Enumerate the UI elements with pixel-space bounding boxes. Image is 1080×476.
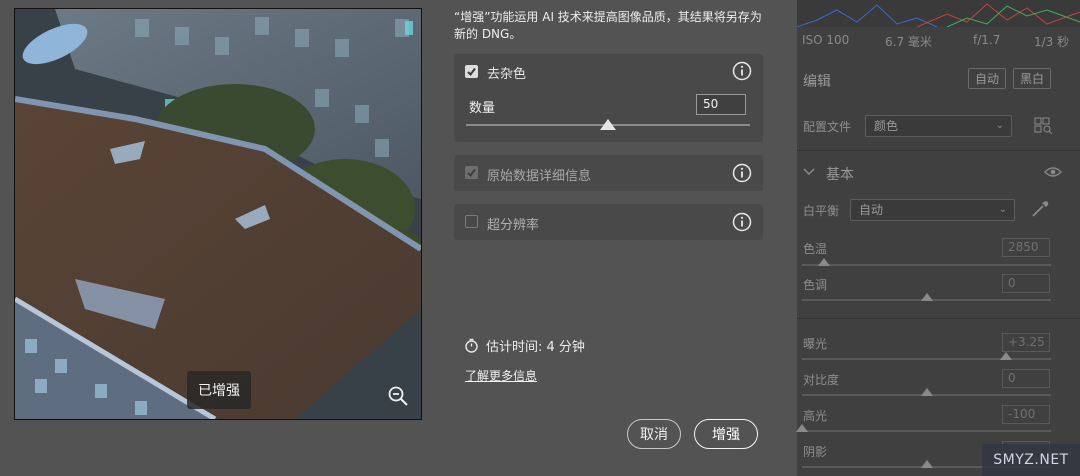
enhanced-badge: 已增强	[187, 371, 251, 409]
basic-section-title: 基本	[826, 167, 854, 183]
info-icon[interactable]	[732, 212, 752, 232]
enhance-description: “增强”功能运用 AI 技术来提高图像品质，其结果将另存为新的 DNG。	[454, 10, 762, 41]
exposure-slider-track[interactable]	[802, 358, 1051, 360]
divider	[797, 318, 1080, 319]
black-white-button[interactable]: 黑白	[1013, 68, 1051, 89]
watermark: SMYZ.NET	[982, 444, 1080, 476]
highlights-slider-track[interactable]	[802, 430, 1051, 432]
shadows-slider-thumb[interactable]	[920, 460, 933, 468]
tint-slider-thumb[interactable]	[920, 293, 933, 301]
white-balance-label: 白平衡	[803, 204, 840, 218]
temperature-value-input[interactable]: 2850	[1002, 238, 1050, 257]
eye-icon[interactable]	[1044, 166, 1062, 178]
eyedropper-icon[interactable]	[1030, 199, 1050, 219]
checkmark-icon	[467, 168, 476, 178]
amount-label: 数量	[469, 101, 496, 116]
super-resolution-label: 超分辨率	[487, 218, 540, 233]
exposure-slider-thumb[interactable]	[1000, 352, 1013, 360]
checkmark-icon	[467, 67, 476, 77]
cancel-button[interactable]: 取消	[627, 419, 681, 449]
raw-details-label: 原始数据详细信息	[487, 169, 592, 184]
chevron-down-icon[interactable]	[803, 167, 815, 177]
histogram	[797, 0, 1080, 28]
profile-value: 颜色	[874, 119, 899, 133]
raw-details-card: 原始数据详细信息	[454, 155, 763, 191]
zoom-out-icon[interactable]	[387, 385, 409, 407]
estimated-time-text: 估计时间: 4 分钟	[486, 340, 585, 355]
chevron-down-icon: ⌄	[998, 204, 1007, 215]
highlights-label: 高光	[803, 409, 828, 423]
auto-button[interactable]: 自动	[968, 68, 1006, 89]
temperature-slider-thumb[interactable]	[818, 258, 831, 266]
enhance-button[interactable]: 增强	[694, 419, 758, 449]
white-balance-value: 自动	[859, 203, 884, 217]
exif-iso: ISO 100	[802, 33, 850, 47]
contrast-slider-thumb[interactable]	[920, 388, 933, 396]
contrast-label: 对比度	[803, 373, 840, 387]
edit-title: 编辑	[803, 74, 831, 90]
tint-value-input[interactable]: 0	[1002, 274, 1050, 293]
shadows-label: 阴影	[803, 445, 828, 459]
white-balance-select[interactable]: 自动 ⌄	[850, 199, 1015, 221]
denoise-label: 去杂色	[487, 67, 527, 82]
divider	[797, 150, 1080, 151]
profile-select[interactable]: 颜色 ⌄	[865, 115, 1012, 137]
super-resolution-card: 超分辨率	[454, 204, 763, 240]
tint-label: 色调	[803, 278, 828, 292]
profile-browser-icon[interactable]	[1034, 117, 1054, 135]
super-resolution-checkbox[interactable]	[465, 215, 478, 228]
exif-shutter: 1/3 秒	[1034, 35, 1070, 49]
exposure-value-input[interactable]: +3.25	[1002, 333, 1050, 352]
exposure-label: 曝光	[803, 337, 828, 351]
stopwatch-icon	[465, 338, 478, 353]
exif-focal-length: 6.7 毫米	[885, 35, 932, 49]
amount-input[interactable]: 50	[696, 94, 746, 115]
contrast-value-input[interactable]: 0	[1002, 369, 1050, 388]
exif-aperture: f/1.7	[973, 33, 1001, 47]
info-icon[interactable]	[732, 61, 752, 81]
enhanced-preview: 已增强	[14, 8, 422, 420]
profile-label: 配置文件	[803, 120, 852, 134]
highlights-value-input[interactable]: -100	[1002, 405, 1050, 424]
temperature-slider-track[interactable]	[802, 264, 1051, 266]
estimated-time: 估计时间: 4 分钟	[464, 336, 585, 355]
denoise-card: 去杂色 数量 50	[454, 54, 763, 142]
amount-slider-thumb[interactable]	[600, 119, 616, 130]
raw-details-checkbox	[465, 166, 478, 179]
info-icon[interactable]	[732, 163, 752, 183]
highlights-slider-thumb[interactable]	[796, 424, 808, 432]
preview-image	[15, 9, 421, 419]
temperature-label: 色温	[803, 242, 828, 256]
denoise-checkbox[interactable]	[465, 65, 478, 78]
learn-more-link[interactable]: 了解更多信息	[465, 367, 537, 384]
chevron-down-icon: ⌄	[995, 120, 1004, 131]
